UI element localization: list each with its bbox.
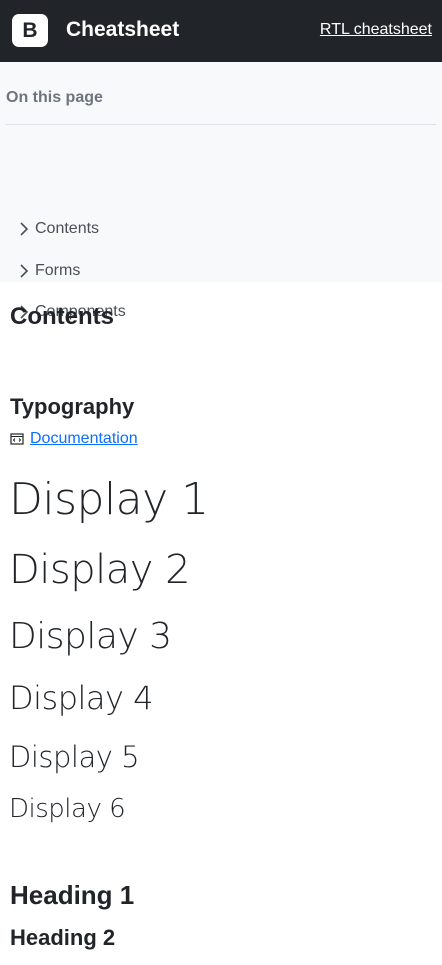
chevron-right-icon — [18, 222, 30, 236]
heading-2-text: Heading 2 — [10, 925, 116, 950]
logo-letter: B — [22, 18, 38, 42]
toc-item-label: Forms — [35, 262, 81, 279]
rtl-cheatsheet-link[interactable]: RTL cheatsheet — [320, 20, 432, 40]
navbar: B Cheatsheet RTL cheatsheet — [0, 0, 442, 62]
display-2-text: Display 2 — [9, 547, 191, 593]
documentation-link-label: Documentation — [30, 430, 138, 447]
toc-title: On this page — [6, 89, 103, 106]
toc-item-forms[interactable]: Forms — [18, 260, 80, 282]
bootstrap-logo-icon[interactable]: B — [12, 14, 48, 47]
documentation-link[interactable]: Documentation — [10, 429, 138, 449]
brand-title[interactable]: Cheatsheet — [66, 17, 179, 43]
display-5-text: Display 5 — [9, 740, 140, 774]
display-4-text: Display 4 — [9, 679, 153, 717]
book-icon — [10, 432, 24, 446]
typography-heading: Typography — [10, 394, 135, 419]
display-6-text: Display 6 — [9, 794, 126, 824]
chevron-right-icon — [18, 264, 30, 278]
heading-1-text: Heading 1 — [10, 880, 135, 910]
toc-divider — [6, 124, 436, 125]
toc-item-label: Contents — [35, 220, 100, 237]
display-1-text: Display 1 — [9, 474, 209, 525]
on-this-page-panel: On this page Contents Forms Components — [0, 62, 442, 320]
contents-heading: Contents — [10, 303, 114, 330]
display-3-text: Display 3 — [9, 616, 172, 657]
toc-item-contents[interactable]: Contents — [18, 218, 99, 240]
